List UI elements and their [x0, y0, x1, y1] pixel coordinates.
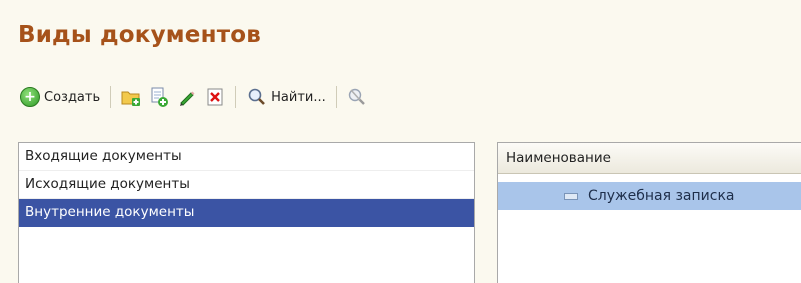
item-element-icon — [564, 192, 578, 200]
row-name: Служебная записка — [588, 188, 735, 204]
add-folder-icon[interactable] — [120, 86, 142, 108]
document-types-list: Входящие документы Исходящие документы В… — [18, 142, 475, 283]
table-row[interactable]: Служебная записка — [498, 182, 801, 210]
create-button-label: Создать — [44, 89, 101, 105]
list-item[interactable]: Входящие документы — [19, 143, 474, 171]
edit-pencil-icon[interactable] — [176, 86, 198, 108]
list-item[interactable]: Исходящие документы — [19, 171, 474, 199]
toolbar: + Создать Найти... — [16, 82, 371, 112]
list-item-selected[interactable]: Внутренние документы — [19, 199, 474, 227]
copy-icon[interactable] — [148, 86, 170, 108]
search-icon — [246, 86, 268, 108]
delete-x-icon[interactable] — [204, 86, 226, 108]
plus-circle-icon: + — [20, 87, 40, 107]
clear-search-icon[interactable] — [346, 86, 368, 108]
find-button-label: Найти... — [271, 89, 326, 105]
toolbar-separator — [235, 86, 237, 108]
create-button[interactable]: + Создать — [16, 84, 104, 110]
toolbar-separator — [110, 86, 112, 108]
toolbar-separator — [335, 86, 337, 108]
documents-table: Наименование Служебная записка — [497, 142, 801, 283]
column-header-name[interactable]: Наименование — [498, 143, 801, 174]
page-title: Виды документов — [18, 22, 261, 48]
find-button[interactable]: Найти... — [242, 84, 330, 110]
